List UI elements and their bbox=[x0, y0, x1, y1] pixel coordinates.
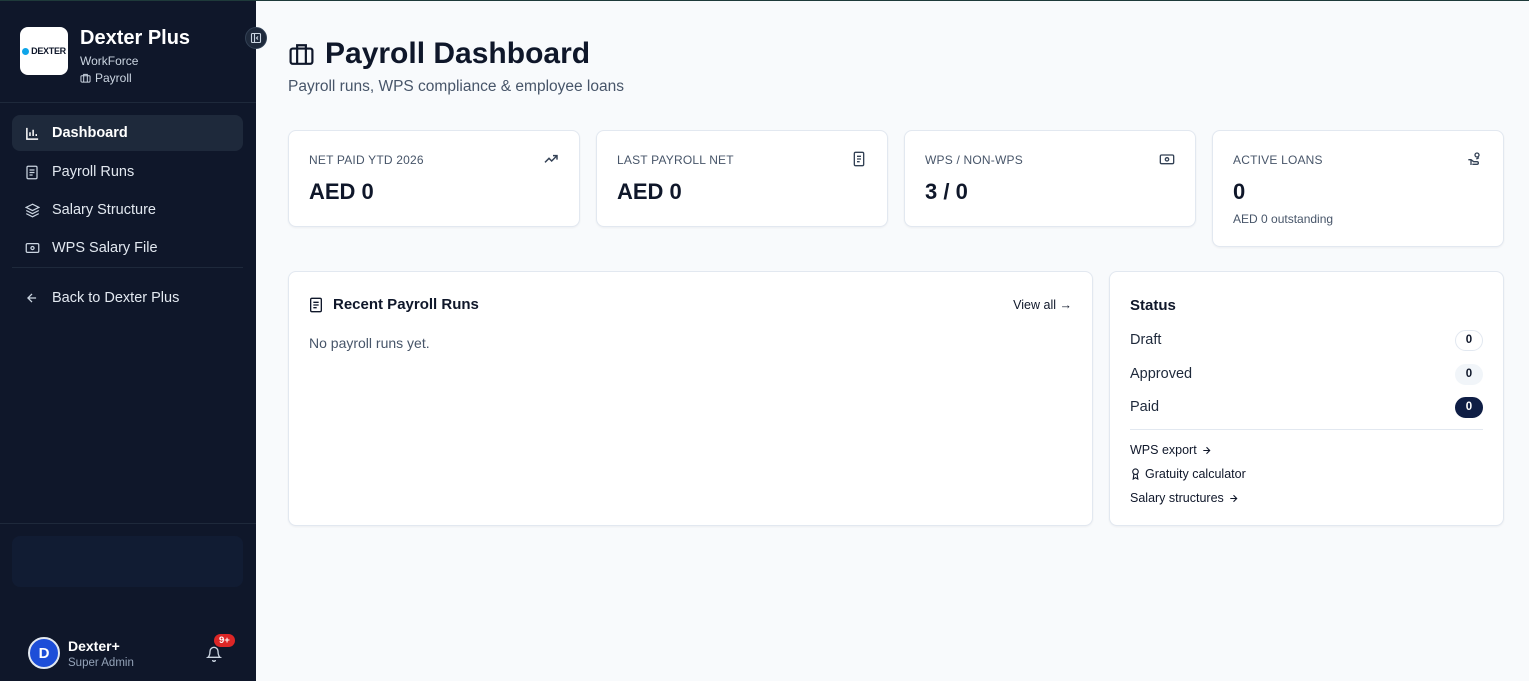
kpi-note: AED 0 outstanding bbox=[1233, 212, 1334, 226]
user-role: Super Admin bbox=[68, 656, 134, 669]
sidebar-footer-divider bbox=[0, 523, 256, 524]
document-icon bbox=[26, 165, 38, 179]
sidebar-item-dashboard[interactable]: Dashboard bbox=[12, 115, 243, 151]
kpi-label: LAST PAYROLL NET bbox=[617, 153, 734, 167]
sidebar-item-salary-structure[interactable]: Salary Structure bbox=[12, 192, 243, 228]
kpi-active-loans: ACTIVE LOANS 0 AED 0 outstanding bbox=[1212, 130, 1504, 247]
page-header: Payroll Dashboard bbox=[288, 37, 590, 71]
brand-subtitle: WorkForce bbox=[80, 54, 139, 68]
sidebar-divider bbox=[0, 102, 256, 103]
kpi-value: 0 bbox=[1233, 179, 1246, 204]
status-count-badge: 0 bbox=[1455, 363, 1483, 385]
collapse-sidebar-button[interactable] bbox=[245, 27, 267, 49]
sidebar-item-label: Salary Structure bbox=[52, 202, 156, 218]
kpi-net-paid-ytd: NET PAID YTD 2026 AED 0 bbox=[288, 130, 580, 227]
brand-module: Payroll bbox=[80, 71, 190, 85]
award-icon bbox=[1132, 468, 1139, 480]
status-row-draft: Draft 0 bbox=[1130, 329, 1483, 351]
brand-module-label: Payroll bbox=[95, 71, 132, 85]
arrow-left-icon bbox=[27, 293, 37, 303]
sidebar-item-label: Payroll Runs bbox=[52, 164, 135, 180]
document-icon bbox=[853, 151, 865, 167]
kpi-value: AED 0 bbox=[617, 179, 682, 204]
avatar: D bbox=[28, 637, 60, 669]
salary-structures-link[interactable]: Salary structures bbox=[1130, 491, 1239, 505]
status-row-approved: Approved 0 bbox=[1130, 363, 1483, 385]
back-link-label: Back to Dexter Plus bbox=[52, 290, 180, 306]
kpi-last-payroll-net: LAST PAYROLL NET AED 0 bbox=[596, 130, 888, 227]
sidebar-item-label: WPS Salary File bbox=[52, 240, 158, 256]
sidebar-item-wps-salary-file[interactable]: WPS Salary File bbox=[12, 230, 243, 266]
arrow-right-icon bbox=[1202, 446, 1211, 454]
status-label: Draft bbox=[1130, 332, 1162, 348]
brand-logo: DEXTER bbox=[20, 27, 68, 75]
wps-export-link[interactable]: WPS export bbox=[1130, 443, 1212, 457]
link-label: Salary structures bbox=[1130, 491, 1224, 505]
avatar-initial: D bbox=[38, 644, 50, 662]
status-panel: Status Draft 0 Approved 0 Paid 0 WPS exp… bbox=[1109, 271, 1504, 526]
notifications-badge: 9+ bbox=[214, 634, 235, 647]
bell-icon bbox=[205, 646, 223, 662]
back-to-dexter-plus-link[interactable]: Back to Dexter Plus bbox=[12, 280, 243, 316]
kpi-label: ACTIVE LOANS bbox=[1233, 153, 1323, 167]
kpi-wps-non-wps: WPS / NON-WPS 3 / 0 bbox=[904, 130, 1196, 227]
sidebar-item-label: Dashboard bbox=[52, 125, 128, 141]
panel-left-close-icon bbox=[250, 32, 262, 44]
kpi-label: NET PAID YTD 2026 bbox=[309, 153, 424, 167]
kpi-value: 3 / 0 bbox=[925, 179, 968, 204]
arrow-right-icon bbox=[1230, 494, 1238, 502]
view-all-link[interactable]: View all → bbox=[1013, 298, 1072, 312]
link-label: WPS export bbox=[1130, 443, 1197, 457]
recent-payroll-runs-panel: Recent Payroll Runs View all → No payrol… bbox=[288, 271, 1093, 526]
trending-up-icon bbox=[544, 154, 558, 163]
banknote-icon bbox=[25, 243, 39, 253]
notifications-button[interactable] bbox=[205, 645, 224, 663]
user-profile[interactable]: D Dexter+ Super Admin bbox=[28, 637, 134, 669]
status-label: Approved bbox=[1130, 366, 1193, 382]
hand-coins-icon bbox=[1468, 152, 1480, 165]
document-icon bbox=[310, 297, 322, 312]
page-subtitle: Payroll runs, WPS compliance & employee … bbox=[288, 78, 624, 95]
layers-icon bbox=[24, 203, 40, 217]
status-title: Status bbox=[1130, 297, 1176, 314]
page-title: Payroll Dashboard bbox=[325, 37, 591, 70]
user-name: Dexter+ bbox=[68, 637, 120, 654]
brand-logo-text: DEXTER bbox=[31, 46, 66, 56]
status-count-badge: 0 bbox=[1455, 329, 1483, 351]
brand-title: Dexter Plus bbox=[80, 27, 191, 49]
sidebar-nav-separator bbox=[12, 267, 243, 268]
banknote-icon bbox=[1159, 154, 1175, 165]
sidebar-widget-placeholder bbox=[12, 536, 243, 587]
status-count-badge: 0 bbox=[1455, 396, 1483, 418]
section-title-text: Recent Payroll Runs bbox=[333, 296, 479, 313]
link-label: Gratuity calculator bbox=[1145, 467, 1246, 481]
briefcase-icon bbox=[80, 73, 91, 83]
status-divider bbox=[1130, 429, 1483, 430]
recent-payroll-runs-title: Recent Payroll Runs bbox=[309, 296, 479, 313]
bar-chart-icon bbox=[25, 127, 38, 140]
empty-state-text: No payroll runs yet. bbox=[309, 335, 430, 351]
kpi-label: WPS / NON-WPS bbox=[925, 153, 1023, 167]
gratuity-calculator-link[interactable]: Gratuity calculator bbox=[1130, 467, 1246, 481]
sidebar: DEXTER Dexter Plus WorkForce Payroll Das… bbox=[0, 1, 267, 681]
brand[interactable]: DEXTER Dexter Plus WorkForce Payroll bbox=[20, 27, 190, 85]
kpi-value: AED 0 bbox=[309, 179, 374, 204]
status-label: Paid bbox=[1130, 399, 1160, 415]
status-row-paid: Paid 0 bbox=[1130, 396, 1483, 418]
sidebar-item-payroll-runs[interactable]: Payroll Runs bbox=[12, 154, 243, 190]
briefcase-icon bbox=[289, 44, 314, 65]
